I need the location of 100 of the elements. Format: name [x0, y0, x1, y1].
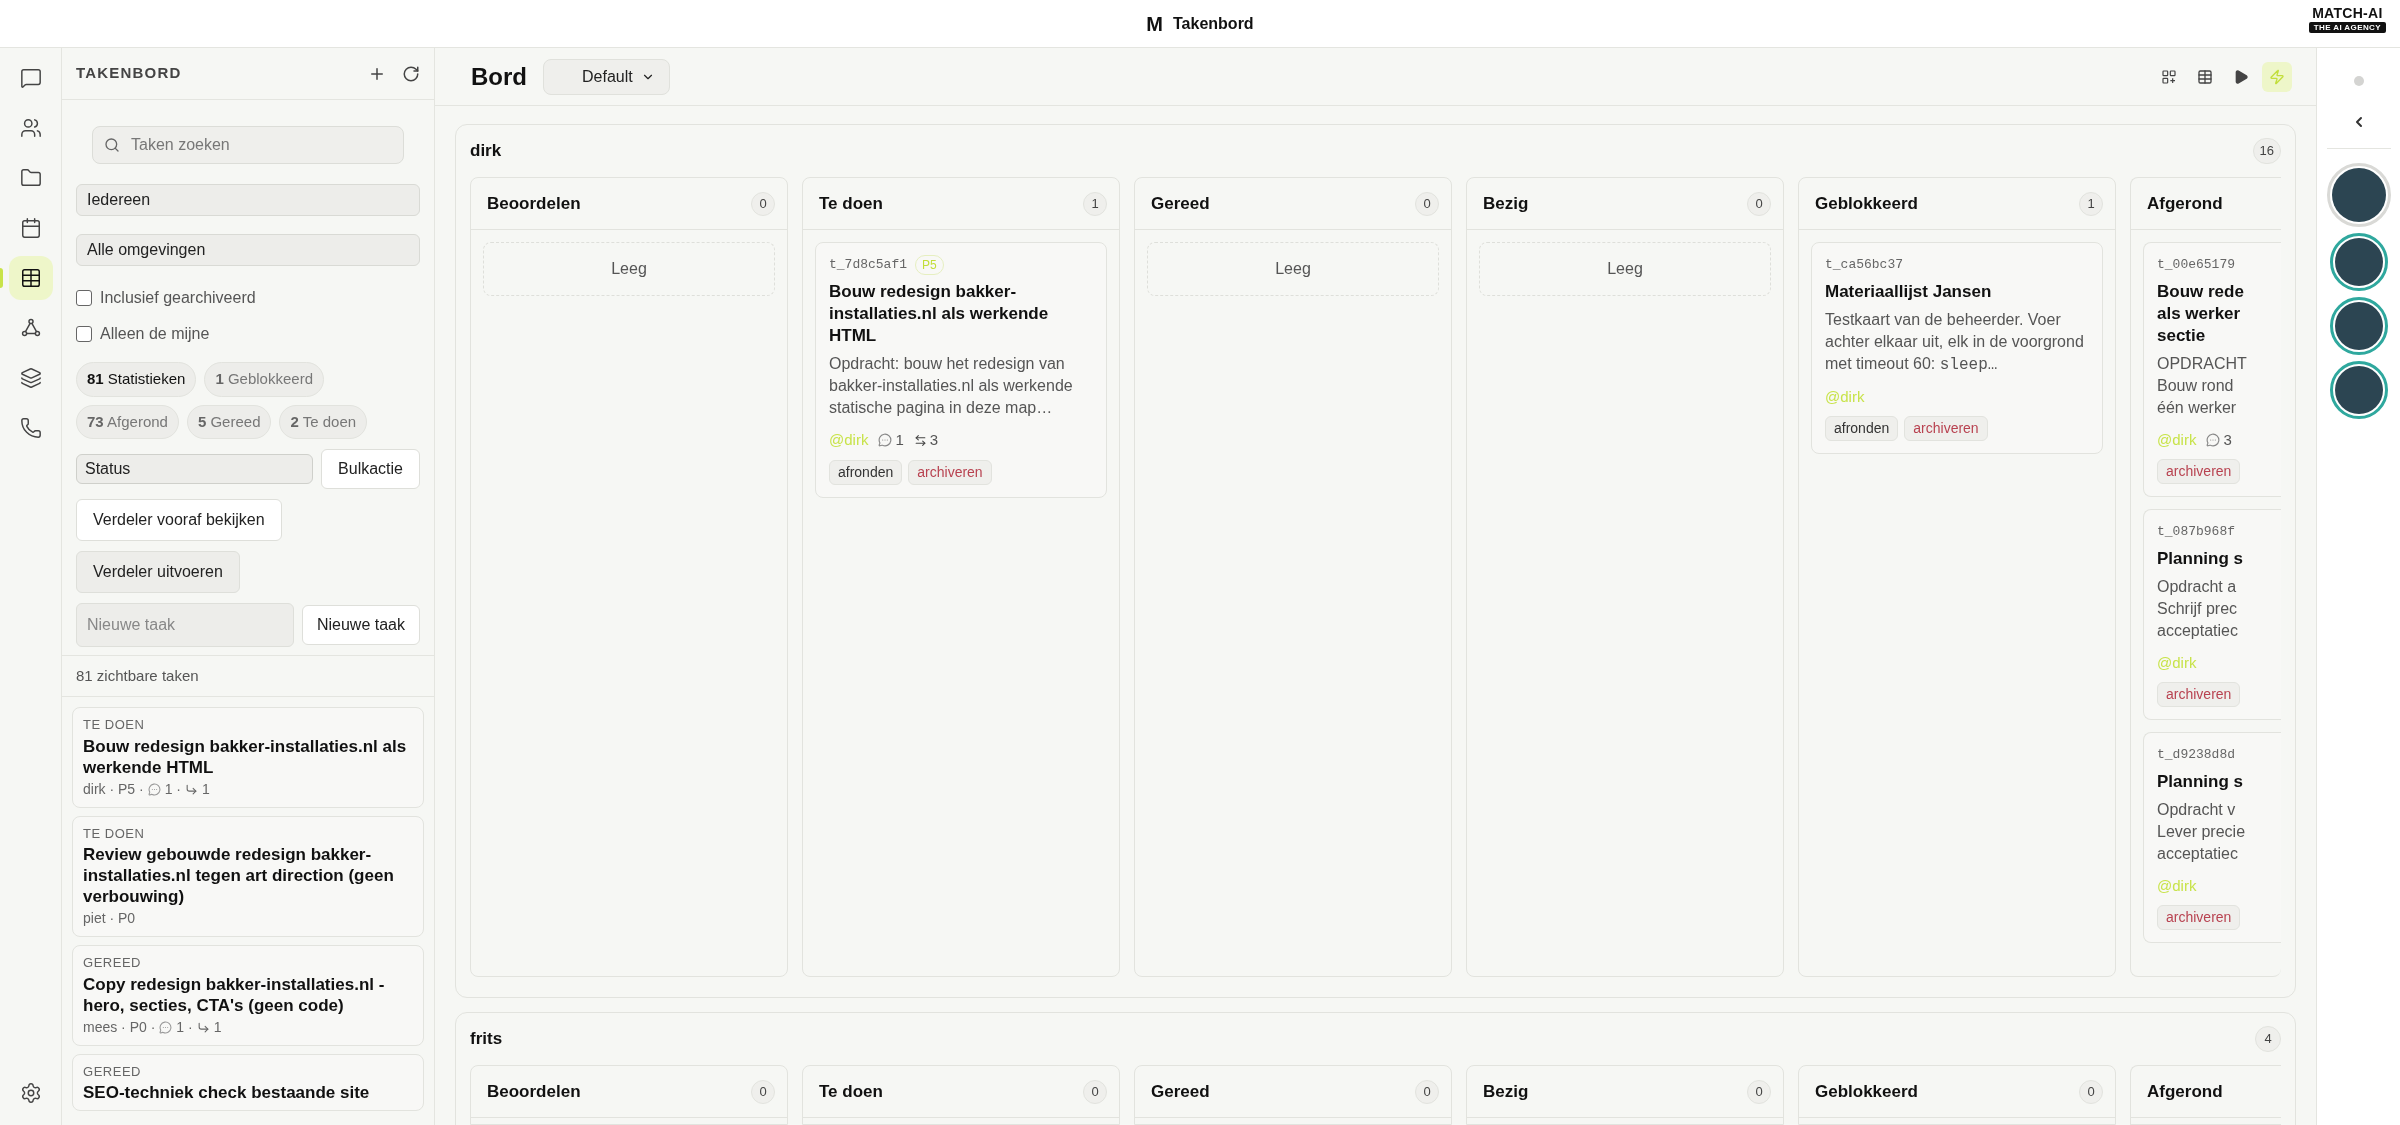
column-count: 0	[751, 191, 775, 216]
card-action-chip[interactable]: afronden	[1825, 416, 1899, 441]
task-card[interactable]: t_7d8c5af1 P5 Bouw redesign bakker-installaties.nl als werkende HTML Opdracht: bouw het redesign van bakker-installaties.nl als werkende statische pagina in deze map… @dirk 1 3 afronden archiveren	[815, 242, 1107, 498]
task-card[interactable]: t_ca56bc37 Materiaallijst Jansen Testkaart van de beheerder. Voer achter elkaar uit, elk in de voorgrond met timeout 60: sleep… @dirk afronden archiveren	[1811, 242, 2103, 454]
card-title: Bouw redesign bakker-installaties.nl als werkende HTML	[829, 281, 1050, 347]
app-logo: M	[1146, 11, 1164, 37]
filter-select[interactable]: Alle omgevingen	[76, 234, 420, 266]
stat-pill[interactable]: 2 Te doen	[279, 404, 368, 439]
column-count: 0	[2079, 1079, 2103, 1104]
task-meta: dirk · P5 ·	[83, 779, 144, 799]
card-action-chip[interactable]: archiveren	[1904, 416, 1988, 441]
link-count: 1	[202, 779, 210, 799]
comment-icon	[878, 433, 893, 448]
network-icon	[19, 317, 42, 339]
board-title: Bord	[471, 61, 527, 92]
filter-select[interactable]: Iedereen	[76, 184, 420, 216]
grid-plus-icon	[2161, 68, 2177, 85]
task-status: GEREED	[83, 954, 143, 972]
card-title: Bouw rede als werker sectie	[2157, 280, 2245, 347]
card-action-chip[interactable]: archiveren	[2157, 682, 2241, 707]
refresh-icon[interactable]	[402, 64, 420, 83]
folder-icon	[19, 167, 42, 189]
card-action-chip[interactable]: afronden	[829, 459, 903, 485]
task-card[interactable]: t_00e65179 Bouw rede als werker sectie OPDRACHT Bouw rond één werker @dirk 3 archiveren	[2143, 242, 2281, 497]
play-icon	[2233, 68, 2249, 85]
phone-icon	[19, 417, 42, 439]
task-id: t_ca56bc37	[1825, 256, 1903, 274]
new-task-button[interactable]: Nieuwe taak	[301, 605, 420, 645]
column-title: Geblokkeerd	[1815, 192, 1918, 215]
task-card[interactable]: TE DOEN Bouw redesign bakker-installaties.nl als werkende HTML dirk · P5 · 1 · 1	[72, 707, 424, 808]
panel-title: TAKENBORD	[76, 63, 182, 84]
distributor-button[interactable]: Verdeler uitvoeren	[76, 551, 240, 593]
card-description: Opdracht v Lever precie acceptatiec	[2157, 799, 2247, 864]
table-icon	[19, 267, 42, 289]
task-id: t_d9238d8d	[2157, 746, 2235, 764]
stat-pill[interactable]: 1 Geblokkeerd	[204, 362, 324, 397]
avatar[interactable]	[2329, 233, 2388, 291]
column-title: Gereed	[1151, 1080, 1210, 1103]
task-card[interactable]: GEREED Copy redesign bakker-installaties.nl - hero, secties, CTA's (geen code) mees · P0 · 1 · 1	[72, 945, 424, 1046]
task-card[interactable]: t_d9238d8d Planning s Opdracht v Lever precie acceptatiec @dirk archiveren	[2143, 732, 2281, 943]
card-title: Planning s	[2157, 770, 2244, 793]
column-title: Afgerond	[2147, 1080, 2223, 1103]
task-id: t_087b968f	[2157, 523, 2235, 541]
checkbox[interactable]	[76, 326, 92, 342]
task-title: Bouw redesign bakker-installaties.nl als werkende HTML	[83, 735, 408, 778]
comment-count: 1	[895, 430, 904, 450]
checkbox[interactable]	[76, 290, 92, 306]
task-id: t_00e65179	[2157, 256, 2235, 274]
link-icon	[913, 433, 927, 447]
comment-icon	[2206, 432, 2221, 447]
search-field[interactable]: Taken zoeken	[92, 126, 404, 164]
checkbox-label: Inclusief gearchiveerd	[100, 288, 256, 308]
table-icon	[2197, 68, 2213, 85]
stat-pill[interactable]: 5 Gereed	[186, 404, 272, 439]
task-title: Copy redesign bakker-installaties.nl - hero, secties, CTA's (geen code)	[83, 973, 386, 1016]
card-action-chip[interactable]: archiveren	[2157, 459, 2241, 484]
drop-zone[interactable]: Leeg	[1479, 242, 1771, 296]
drop-zone[interactable]: Leeg	[1147, 242, 1439, 296]
column-count: 1	[2079, 191, 2103, 216]
avatar[interactable]	[2329, 297, 2388, 355]
card-description: Testkaart van de beheerder. Voer achter elkaar uit, elk in de voorgrond met timeout 60: sleep…	[1825, 309, 2085, 376]
users-icon	[19, 117, 42, 139]
comment-count: 1 ·	[176, 1017, 193, 1037]
visible-count: 81 zichtbare taken	[76, 667, 199, 684]
comment-count: 1 ·	[164, 779, 182, 799]
lightning-icon	[2269, 68, 2285, 85]
avatar[interactable]	[2329, 361, 2388, 419]
column-title: Gereed	[1151, 192, 1210, 215]
nav-button[interactable]	[8, 256, 53, 300]
card-title: Materiaallijst Jansen	[1825, 280, 1993, 303]
status-select[interactable]: Status	[76, 454, 314, 484]
card-description: OPDRACHT Bouw rond één werker	[2157, 353, 2248, 418]
task-status: TE DOEN	[83, 716, 146, 734]
lane-title: dirk	[470, 140, 502, 163]
bulk-action-button[interactable]: Bulkactie	[321, 449, 420, 489]
link-count: 1	[213, 1017, 222, 1037]
calendar-icon	[19, 217, 42, 239]
link-icon	[196, 1020, 210, 1034]
card-action-chip[interactable]: archiveren	[2157, 905, 2241, 930]
comment-icon	[159, 1020, 173, 1034]
card-action-chip[interactable]: archiveren	[908, 459, 992, 485]
stat-pill[interactable]: 81 Statistieken	[76, 362, 197, 397]
layers-icon	[19, 367, 42, 389]
new-task-field[interactable]: Nieuwe taak	[76, 603, 294, 647]
link-count: 3	[929, 430, 939, 450]
distributor-button[interactable]: Verdeler vooraf bekijken	[76, 499, 282, 541]
column-count: 0	[1415, 1079, 1439, 1104]
lane-title: frits	[470, 1028, 503, 1051]
task-card[interactable]: GEREED SEO-techniek check bestaande site	[72, 1053, 424, 1111]
card-description: Opdracht a Schrijf prec acceptatiec	[2157, 576, 2239, 641]
drop-zone[interactable]: Leeg	[483, 242, 775, 296]
card-description: Opdracht: bouw het redesign van bakker-installaties.nl als werkende statische pagina in deze map…	[829, 354, 1074, 418]
app-title: Takenbord	[1173, 13, 1254, 34]
column-count: 0	[751, 1079, 775, 1104]
task-card[interactable]: t_087b968f Planning s Opdracht a Schrijf prec acceptatiec @dirk archiveren	[2143, 509, 2281, 720]
brand-logo: MATCH-AI THE AI AGENCY	[2308, 6, 2386, 33]
task-card[interactable]: TE DOEN Review gebouwde redesign bakker-installaties.nl tegen art direction (geen verbouwing) piet · P0	[72, 815, 424, 937]
stat-pill[interactable]: 73 Afgerond	[76, 404, 179, 439]
view-select[interactable]: Default	[543, 58, 670, 95]
column-title: Bezig	[1483, 192, 1529, 215]
